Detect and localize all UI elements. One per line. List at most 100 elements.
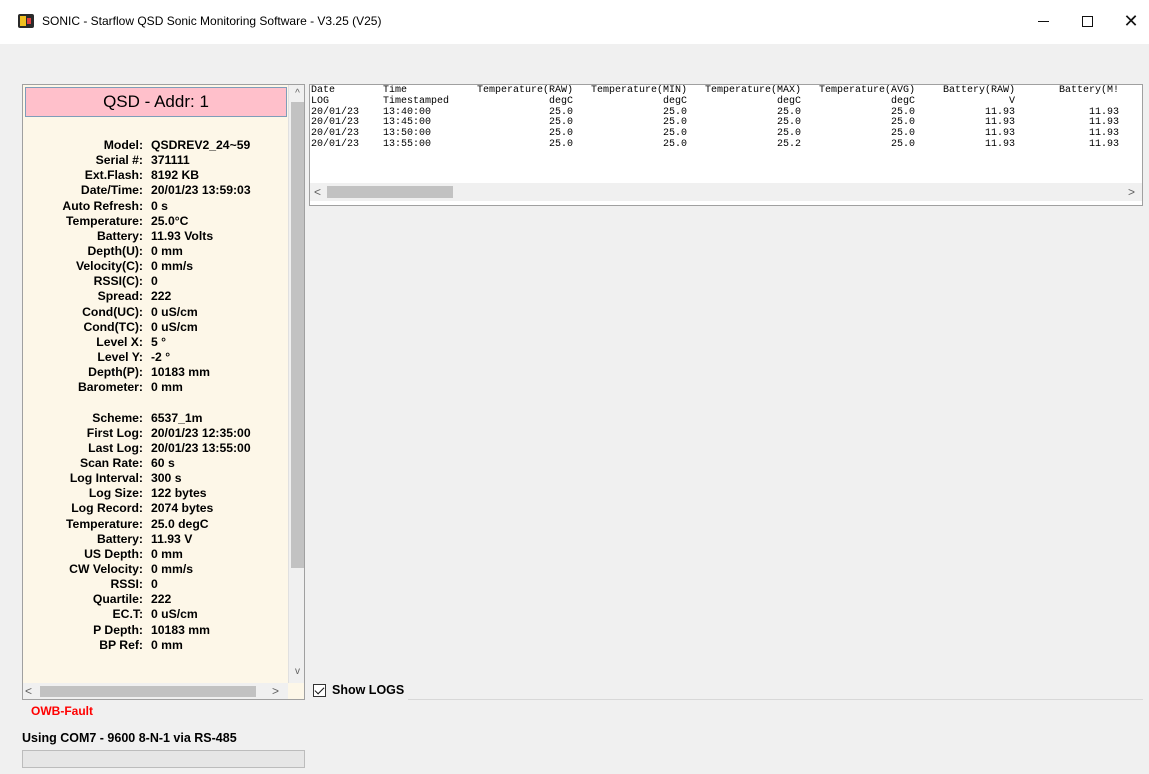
info-value: 0 mm	[151, 546, 183, 561]
info-label: Battery:	[96, 228, 143, 243]
info-label: First Log:	[86, 425, 143, 440]
info-label: BP Ref:	[99, 637, 143, 652]
info-label: Temperature:	[66, 213, 143, 228]
log-units-row[interactable]: LOG Timestamped degC degC degC degC V	[311, 96, 1119, 108]
info-value: 122 bytes	[151, 486, 207, 501]
log-cell[interactable]: degC	[815, 96, 929, 108]
info-label: Auto Refresh:	[62, 198, 143, 213]
maximize-button[interactable]	[1072, 8, 1102, 34]
log-cell[interactable]: 20/01/23	[311, 139, 383, 151]
scrollbar-thumb[interactable]	[327, 186, 453, 198]
log-cell[interactable]: degC	[701, 96, 815, 108]
info-row: Model: QSDREV2_24~59	[23, 138, 288, 153]
log-cell[interactable]: 11.93	[929, 139, 1029, 151]
info-value: 0	[151, 577, 158, 592]
info-row: Quartile: 222	[23, 592, 288, 607]
info-value: 0 uS/cm	[151, 304, 198, 319]
info-row: Auto Refresh: 0 s	[23, 199, 288, 214]
log-cell[interactable]: Battery(M!	[1029, 85, 1119, 97]
log-data-grid[interactable]: Date Time Temperature(RAW) Temperature(MIN)…	[309, 84, 1143, 206]
app-icon[interactable]	[18, 14, 34, 28]
info-row: Velocity(C): 0 mm/s	[23, 259, 288, 274]
info-row: First Log: 20/01/23 12:35:00	[23, 426, 288, 441]
log-cell[interactable]: 11.93	[1029, 139, 1119, 151]
scroll-left-icon[interactable]: <	[25, 683, 32, 699]
info-label: P Depth:	[93, 622, 143, 637]
checkbox-checked-icon[interactable]	[313, 683, 326, 697]
info-row: Level Y: -2 °	[23, 350, 288, 365]
info-label: Quartile:	[92, 592, 143, 607]
minimize-button[interactable]	[1028, 8, 1058, 34]
info-value: 0 mm	[151, 637, 183, 652]
scroll-down-icon[interactable]: v	[289, 663, 304, 680]
info-value: 2074 bytes	[151, 501, 214, 516]
progress-bar	[22, 750, 305, 768]
log-cell[interactable]: LOG	[311, 96, 383, 108]
info-value: 371111	[151, 153, 190, 168]
scrollbar-thumb[interactable]	[291, 102, 304, 568]
scroll-right-icon[interactable]: >	[1128, 183, 1135, 201]
info-label: Cond(TC):	[83, 319, 143, 334]
log-row[interactable]: 20/01/23 13:55:00 25.0 25.0 25.2 25.0 11.93 11.…	[311, 139, 1119, 151]
log-cell[interactable]: V	[929, 96, 1029, 108]
info-label: RSSI(C):	[93, 274, 143, 289]
connection-status: Using COM7 - 9600 8-N-1 via RS-485	[22, 731, 237, 745]
info-value: 11.93 V	[151, 531, 193, 546]
show-logs-checkbox[interactable]: Show LOGS	[313, 683, 404, 697]
info-label: Scan Rate:	[80, 455, 143, 470]
log-cell[interactable]: degC	[473, 96, 587, 108]
scroll-left-icon[interactable]: <	[314, 183, 321, 201]
info-value: 0 mm	[151, 380, 183, 395]
info-value: 0 mm	[151, 243, 183, 258]
scroll-up-icon[interactable]: ^	[289, 85, 304, 102]
info-row: RSSI(C): 0	[23, 274, 288, 289]
info-row: BP Ref: 0 mm	[23, 638, 288, 653]
info-horizontal-scrollbar[interactable]: < >	[23, 683, 288, 699]
info-value: 25.0°C	[151, 213, 189, 228]
info-row: Last Log: 20/01/23 13:55:00	[23, 441, 288, 456]
info-value: 11.93 Volts	[151, 228, 214, 243]
log-cell[interactable]: 25.0	[587, 139, 701, 151]
log-cell[interactable]: 13:55:00	[383, 139, 473, 151]
info-row: Level X: 5 °	[23, 335, 288, 350]
divider	[408, 699, 1143, 700]
log-cell[interactable]: 25.2	[701, 139, 815, 151]
info-label: US Depth:	[84, 546, 143, 561]
info-label: Temperature:	[66, 516, 143, 531]
info-label: Scheme:	[92, 410, 143, 425]
log-cell[interactable]: Timestamped	[383, 96, 473, 108]
info-label: RSSI:	[110, 577, 143, 592]
device-info-list: Model: QSDREV2_24~59 Serial #: 371111 Ext.Fl…	[23, 138, 288, 653]
info-value: 10183 mm	[151, 365, 210, 380]
info-vertical-scrollbar[interactable]: ^ v	[288, 85, 304, 683]
info-label: Depth(U):	[87, 243, 143, 258]
info-row: Barometer: 0 mm	[23, 380, 288, 395]
info-row: Log Interval: 300 s	[23, 471, 288, 486]
info-label: Spread:	[97, 289, 143, 304]
log-cell[interactable]	[1029, 97, 1119, 108]
info-value: 300 s	[151, 471, 182, 486]
info-row: Depth(P): 10183 mm	[23, 365, 288, 380]
scrollbar-thumb[interactable]	[40, 686, 256, 697]
info-label: Ext.Flash:	[84, 168, 143, 183]
info-label: Level Y:	[97, 349, 143, 364]
title-bar[interactable]: SONIC - Starflow QSD Sonic Monitoring So…	[0, 0, 1149, 44]
info-value: 6537_1m	[151, 410, 203, 425]
scroll-right-icon[interactable]: >	[272, 683, 279, 699]
info-row: RSSI: 0	[23, 577, 288, 592]
fault-status: OWB-Fault	[31, 704, 93, 718]
window-title: SONIC - Starflow QSD Sonic Monitoring So…	[42, 14, 382, 28]
info-value: 222	[151, 289, 172, 304]
grid-horizontal-scrollbar[interactable]: < >	[310, 183, 1142, 201]
log-cell[interactable]: degC	[587, 96, 701, 108]
log-cell[interactable]: 25.0	[815, 139, 929, 151]
info-row: EC.T: 0 uS/cm	[23, 607, 288, 622]
info-row: Battery: 11.93 V	[23, 532, 288, 547]
info-label: Barometer:	[77, 380, 143, 395]
log-cell[interactable]: 25.0	[473, 139, 587, 151]
info-value: -2 °	[151, 349, 171, 364]
show-logs-label: Show LOGS	[332, 683, 405, 697]
info-value: 0 uS/cm	[151, 319, 198, 334]
info-value: 60 s	[151, 455, 175, 470]
close-button[interactable]: ✕	[1116, 8, 1146, 34]
